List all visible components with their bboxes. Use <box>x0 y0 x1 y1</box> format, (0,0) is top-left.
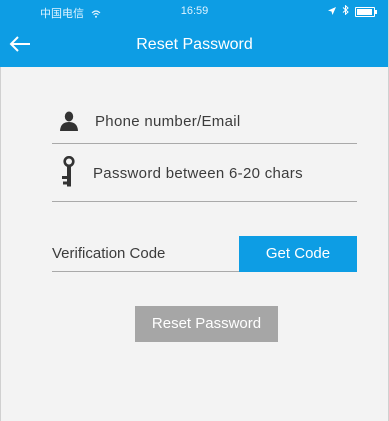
phone-email-input[interactable] <box>95 100 350 143</box>
user-icon <box>60 111 78 131</box>
password-row <box>52 146 357 202</box>
bluetooth-icon <box>342 4 349 18</box>
page-title: Reset Password <box>136 36 253 53</box>
nav-bar: Reset Password <box>0 22 389 67</box>
verification-row: Get Code <box>52 236 357 272</box>
battery-icon <box>355 6 377 17</box>
reset-password-button[interactable]: Reset Password <box>135 306 278 342</box>
key-icon <box>60 155 78 188</box>
password-input[interactable] <box>93 146 353 201</box>
location-arrow-icon <box>328 6 336 18</box>
app-screen: 中国电信 16:59 Reset Password Phone number/E… <box>0 0 389 421</box>
status-bar: 中国电信 16:59 <box>0 0 389 22</box>
verification-code-input[interactable] <box>52 236 239 272</box>
phone-email-row <box>52 100 357 144</box>
get-code-button[interactable]: Get Code <box>239 236 357 272</box>
